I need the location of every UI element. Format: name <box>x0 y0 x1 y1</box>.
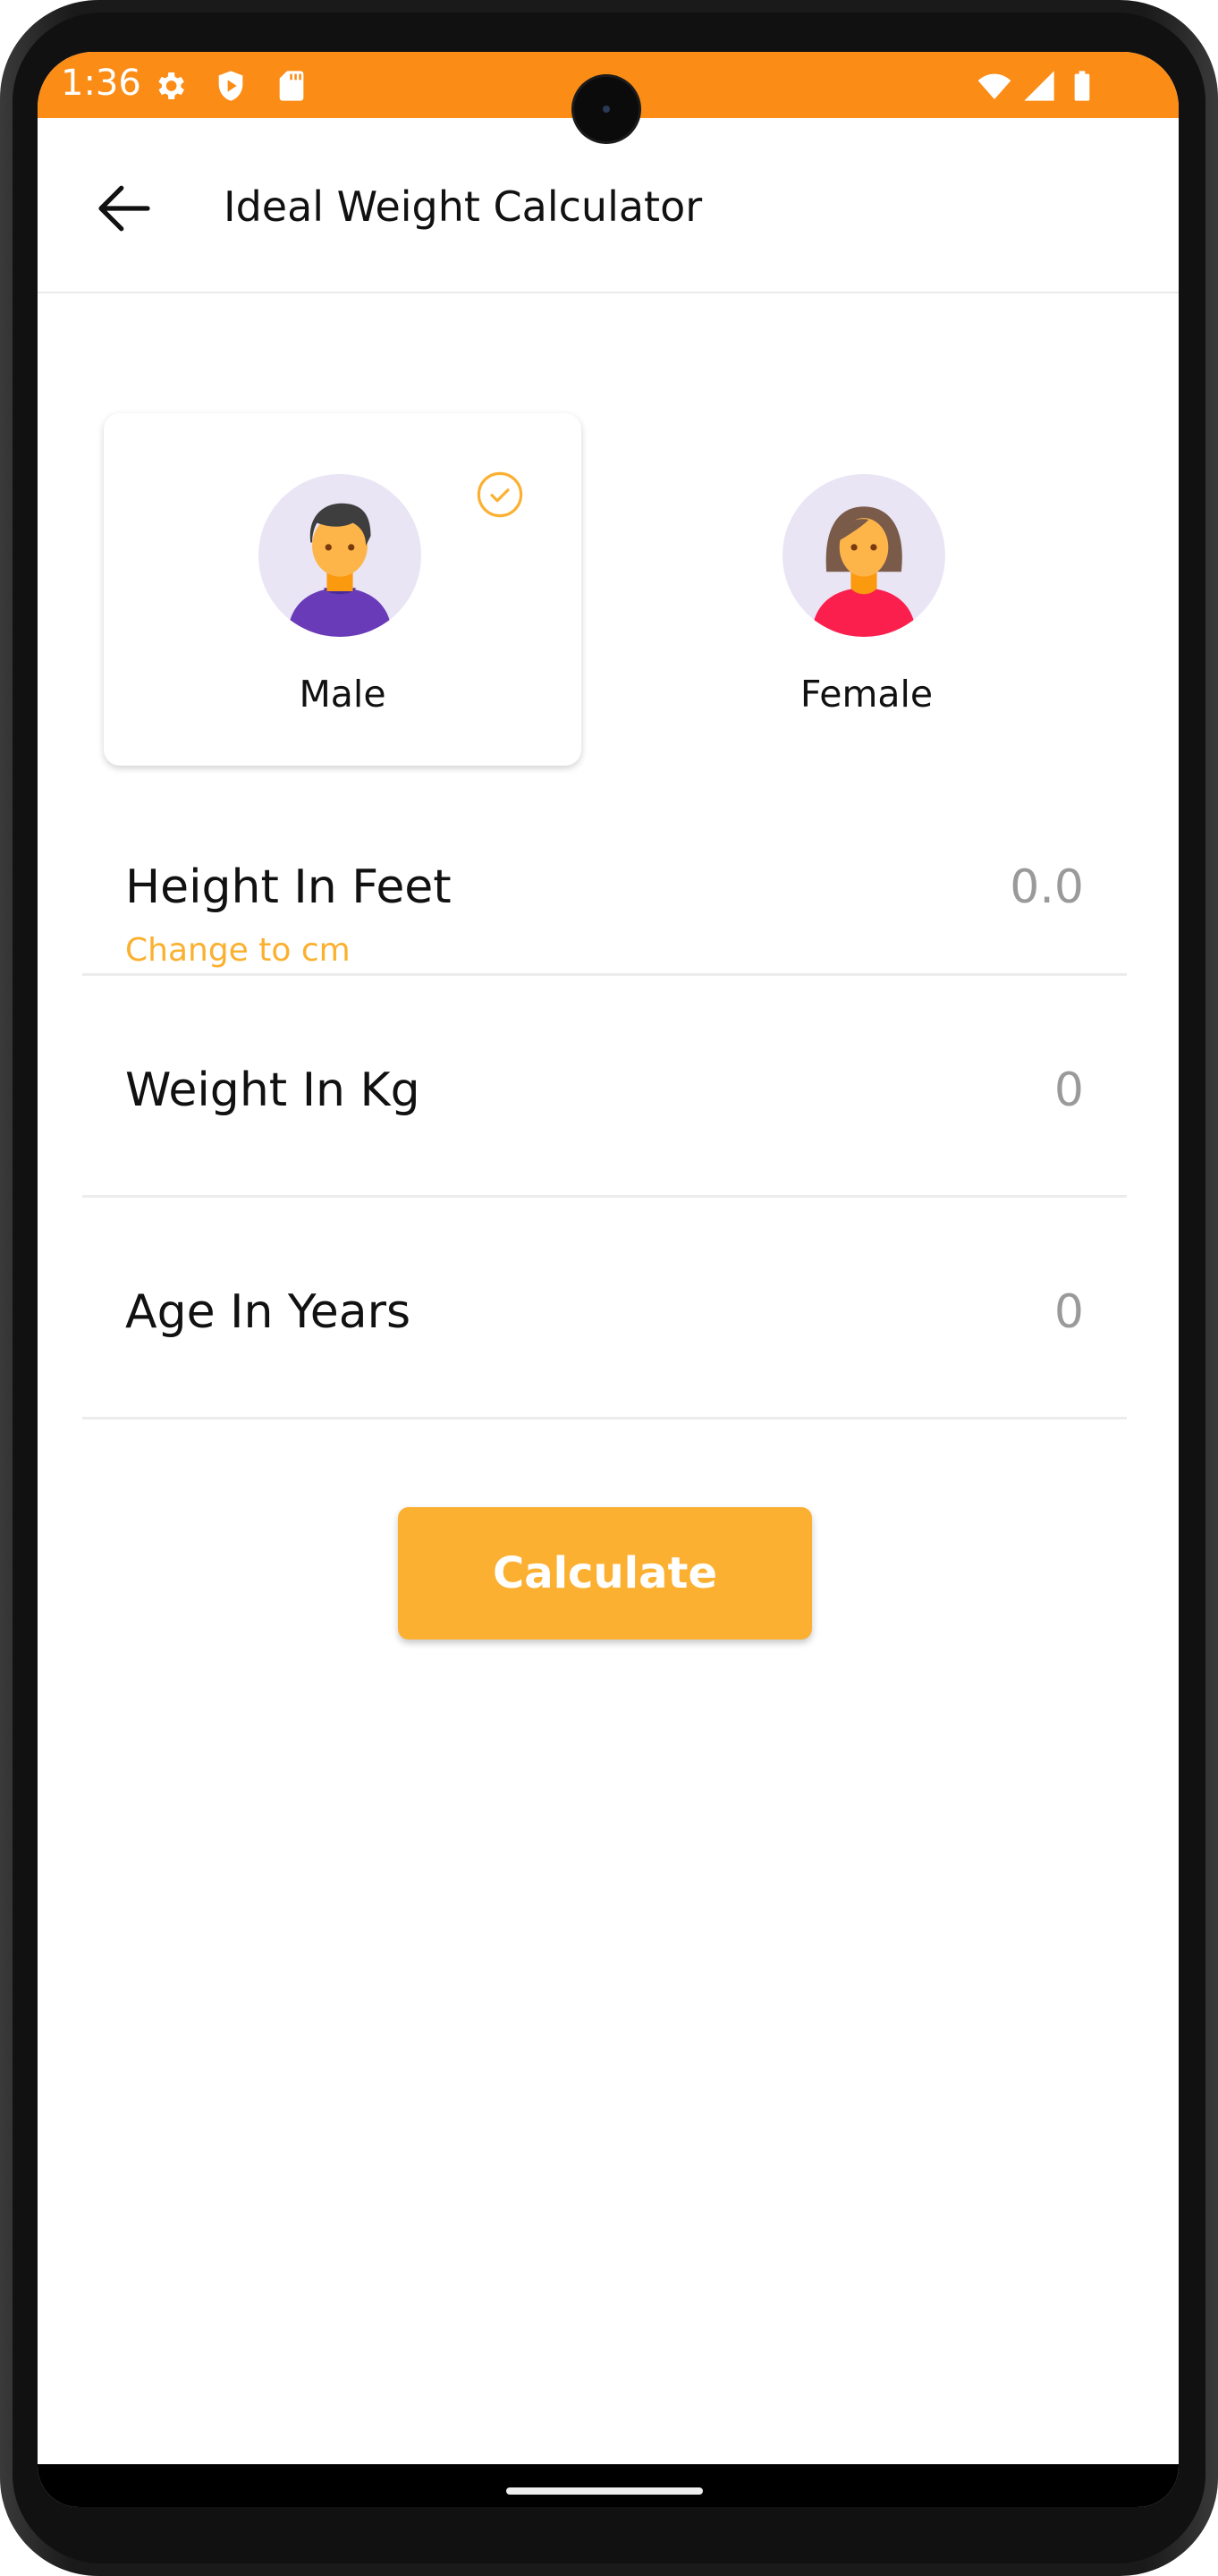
age-label: Age In Years <box>125 1285 411 1339</box>
gender-option-male[interactable]: Male <box>104 413 581 766</box>
battery-icon <box>1074 71 1090 101</box>
signal-icon <box>1024 71 1054 101</box>
height-label: Height In Feet <box>125 860 452 914</box>
female-avatar-icon <box>782 474 945 637</box>
settings-icon <box>158 72 184 99</box>
wifi-icon <box>977 73 1011 99</box>
age-value[interactable]: 0 <box>1054 1285 1084 1339</box>
gender-label-female: Female <box>799 673 934 716</box>
height-field-row[interactable]: Height In Feet 0.0 Change to cm <box>82 841 1127 976</box>
shield-play-icon <box>218 71 243 101</box>
selected-check-icon <box>477 471 523 518</box>
age-field-row[interactable]: Age In Years 0 <box>82 1198 1127 1419</box>
navigation-bar <box>38 2464 1179 2507</box>
weight-value[interactable]: 0 <box>1054 1063 1084 1117</box>
page-title: Ideal Weight Calculator <box>224 182 703 231</box>
calculate-button[interactable]: Calculate <box>398 1507 812 1640</box>
screen: 1:36 Ideal Weight Calculator Male Female… <box>38 52 1179 2507</box>
weight-label: Weight In Kg <box>125 1063 420 1117</box>
app-bar: Ideal Weight Calculator <box>38 118 1179 293</box>
gender-option-female[interactable]: Female <box>628 413 1105 766</box>
back-button[interactable] <box>89 174 159 243</box>
change-to-cm-link[interactable]: Change to cm <box>125 932 351 969</box>
male-avatar-icon <box>258 474 421 637</box>
gender-label-male: Male <box>299 673 386 716</box>
weight-field-row[interactable]: Weight In Kg 0 <box>82 976 1127 1198</box>
height-value[interactable]: 0.0 <box>1010 860 1084 914</box>
status-bar: 1:36 <box>38 52 1179 141</box>
home-gesture-handle[interactable] <box>506 2487 703 2495</box>
status-time: 1:36 <box>61 63 141 104</box>
sd-card-icon <box>279 71 304 101</box>
